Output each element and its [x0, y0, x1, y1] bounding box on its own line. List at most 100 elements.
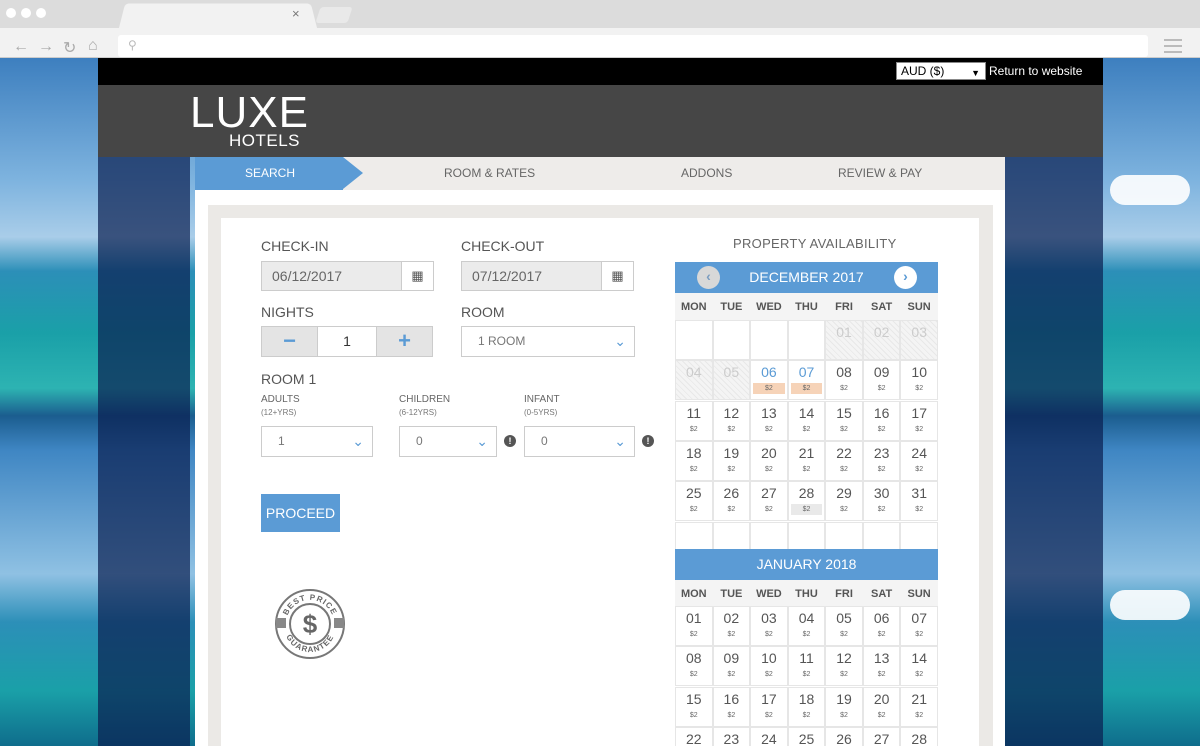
calendar-day-cell[interactable]: 26$2 [825, 726, 863, 746]
step-addons[interactable]: ADDONS [681, 166, 732, 180]
calendar-day-cell[interactable]: 28$2 [787, 481, 826, 522]
calendar-day-cell[interactable]: 08 $2 [825, 360, 863, 401]
step-search[interactable]: SEARCH [245, 166, 295, 180]
calendar-day-cell[interactable]: 09 $2 [712, 646, 751, 687]
calendar-day-cell[interactable]: 22$2 [825, 440, 863, 481]
calendar-day-cell[interactable]: 09 $2 [862, 360, 901, 401]
calendar-day-cell[interactable]: 19 $2 [712, 440, 751, 481]
calendar-day-cell[interactable]: 11 $2 [787, 646, 826, 687]
children-select[interactable]: 0 ⌄ [399, 426, 497, 457]
calendar-day-cell[interactable]: 20 $2 [750, 440, 788, 481]
calendar-day-cell[interactable]: 02 $2 [712, 606, 751, 646]
calendar-day-cell[interactable]: 26$2 [712, 481, 751, 522]
calendar-day-cell[interactable]: 31 $2 [900, 481, 938, 522]
nights-increment-button[interactable]: + [376, 326, 433, 357]
calendar-day-cell[interactable]: 03 [900, 320, 938, 360]
nights-value[interactable]: 1 [318, 326, 376, 357]
window-minimize-dot[interactable] [21, 8, 31, 18]
forward-icon[interactable]: → [38, 38, 54, 56]
calendar-day-cell[interactable]: 05 $2 [825, 606, 863, 646]
calendar-day-cell[interactable]: 04 $2 [787, 606, 826, 646]
calendar-day-cell[interactable]: 06 $2 [750, 360, 788, 401]
calendar-day-cell[interactable]: 11 $2 [675, 400, 713, 441]
calendar-day-cell[interactable]: 25$2 [787, 726, 826, 746]
calendar-day-cell[interactable]: 24$2 [750, 726, 788, 746]
step-room-rates[interactable]: ROOM & RATES [444, 166, 535, 180]
day-number: 31 [911, 485, 927, 502]
calendar-day-cell[interactable]: 27$2 [862, 726, 901, 746]
back-icon[interactable]: ← [13, 38, 29, 56]
checkout-field[interactable]: 07/12/2017 ▦ [461, 261, 634, 291]
calendar-day-cell[interactable]: 04 [675, 360, 713, 401]
calendar-day-cell[interactable]: 17 $2 [750, 686, 788, 727]
day-price: $2 [802, 671, 811, 679]
calendar-day-cell[interactable]: 24$2 [900, 440, 938, 481]
calendar-day-cell[interactable]: 25$2 [675, 481, 713, 522]
proceed-button[interactable]: PROCEED [261, 494, 340, 532]
browser-menu-icon[interactable] [1164, 39, 1182, 53]
return-to-website-link[interactable]: Return to website [989, 64, 1082, 78]
calendar-day-cell[interactable]: 08 $2 [675, 646, 713, 687]
calendar-day-cell[interactable]: 12 $2 [712, 400, 751, 441]
calendar-day-cell[interactable]: 01 [825, 320, 863, 360]
step-review-pay[interactable]: REVIEW & PAY [838, 166, 922, 180]
calendar-day-cell[interactable]: 05 [712, 360, 751, 401]
calendar-day-cell[interactable]: 23$2 [862, 440, 901, 481]
calendar-day-cell[interactable]: 15 $2 [675, 686, 713, 727]
weekday-label: FRI [835, 301, 853, 313]
calendar-day-cell[interactable]: 21 $2 [787, 440, 826, 481]
calendar-day-cell[interactable]: 14 $2 [900, 646, 938, 687]
calendar-day-cell[interactable]: 20 $2 [862, 686, 901, 727]
calendar-day-cell[interactable]: 13 $2 [862, 646, 901, 687]
calendar-day-cell[interactable]: 30 $2 [862, 481, 901, 522]
calendar-day-cell[interactable]: 06 $2 [862, 606, 901, 646]
calendar-day-cell[interactable]: 17 $2 [900, 400, 938, 441]
browser-tab[interactable] [118, 3, 318, 30]
calendar-day-cell[interactable]: 15 $2 [825, 400, 863, 441]
calendar-day-cell[interactable]: 29 $2 [825, 481, 863, 522]
logo-hotels[interactable]: HOTELS [229, 131, 300, 151]
checkin-field[interactable]: 06/12/2017 ▦ [261, 261, 434, 291]
calendar-day-cell[interactable]: 18 $2 [675, 440, 713, 481]
calendar-day-cell[interactable]: 16 $2 [712, 686, 751, 727]
calendar-day-cell[interactable]: 13 $2 [750, 400, 788, 441]
calendar-icon[interactable]: ▦ [601, 262, 633, 290]
tab-close-icon[interactable]: × [292, 6, 300, 21]
calendar-day-cell[interactable]: 28$2 [900, 726, 938, 746]
day-price: $2 [840, 465, 848, 473]
reload-icon[interactable]: ↻ [63, 38, 76, 58]
home-icon[interactable]: ⌂ [88, 37, 98, 55]
calendar-day-cell[interactable]: 07 $2 [900, 606, 938, 646]
chevron-right-icon[interactable]: › [894, 266, 917, 289]
room-select[interactable]: 1 ROOM ⌄ [461, 326, 635, 357]
calendar-day-cell[interactable]: 01 $2 [675, 606, 713, 646]
calendar-day-cell[interactable]: 19 $2 [825, 686, 863, 727]
adults-select[interactable]: 1 ⌄ [261, 426, 373, 457]
window-maximize-dot[interactable] [36, 8, 46, 18]
adults-label: ADULTS [261, 394, 300, 405]
chevron-left-icon[interactable]: ‹ [697, 266, 720, 289]
calendar-day-cell[interactable]: 18 $2 [787, 686, 826, 727]
currency-select[interactable]: AUD ($) ▼ [896, 62, 986, 80]
calendar-day-cell[interactable]: 27$2 [750, 481, 788, 522]
calendar-day-cell[interactable]: 02 [862, 320, 901, 360]
calendar-day-cell[interactable]: 23$2 [712, 726, 751, 746]
calendar-day-cell[interactable]: 14 $2 [787, 400, 826, 441]
address-bar[interactable] [118, 35, 1148, 57]
calendar-day-cell[interactable]: 21 $2 [900, 686, 938, 727]
infant-select[interactable]: 0 ⌄ [524, 426, 635, 457]
calendar-day-cell[interactable]: 07 $2 [787, 360, 826, 401]
window-close-dot[interactable] [6, 8, 16, 18]
new-tab-button[interactable] [315, 7, 353, 23]
calendar-day-cell[interactable]: 12 $2 [825, 646, 863, 687]
calendar-day-cell[interactable]: 10 $2 [900, 360, 938, 401]
children-info-icon[interactable]: ! [504, 435, 516, 447]
calendar-day-cell[interactable]: 22$2 [675, 726, 713, 746]
calendar-icon[interactable]: ▦ [401, 262, 433, 290]
calendar-day-cell[interactable]: 10 $2 [750, 646, 788, 687]
nights-decrement-button[interactable]: − [261, 326, 318, 357]
infant-info-icon[interactable]: ! [642, 435, 654, 447]
day-price: $2 [689, 671, 698, 679]
calendar-day-cell[interactable]: 03 $2 [750, 606, 788, 646]
calendar-day-cell[interactable]: 16 $2 [862, 400, 901, 441]
